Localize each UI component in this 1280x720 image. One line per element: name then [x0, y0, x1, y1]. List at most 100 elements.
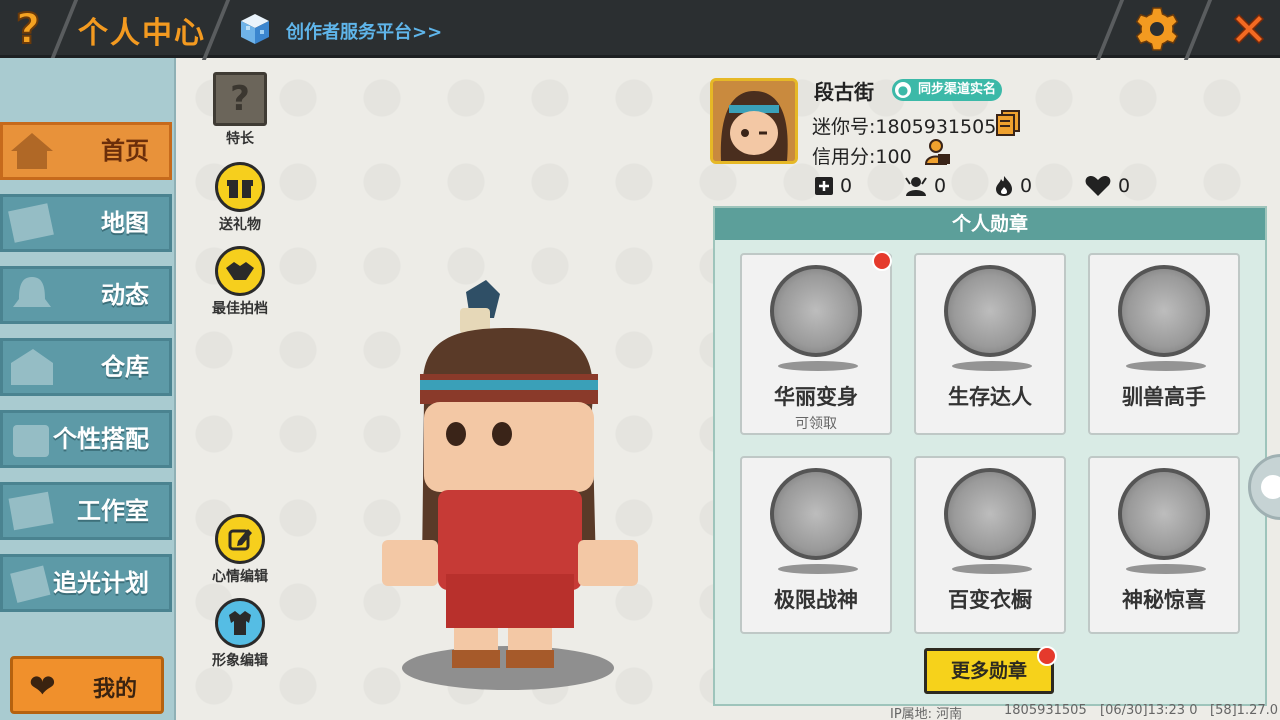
close-icon	[1233, 13, 1265, 45]
sidebar: 首页 地图 动态 仓库 个性搭配 工作室 追光计划	[0, 58, 176, 720]
stat-fire-value: 0	[1020, 175, 1033, 197]
drawer-dot	[1261, 475, 1280, 499]
warehouse-icon	[11, 349, 53, 385]
medal-card[interactable]: 极限战神	[740, 456, 892, 634]
sidebar-item-plan[interactable]: 追光计划	[0, 554, 172, 612]
footer-uid: 1805931505	[1004, 703, 1087, 718]
costume-icon	[13, 425, 49, 457]
map-icon	[8, 203, 54, 243]
image-edit-button[interactable]: 形象编辑	[200, 598, 280, 670]
sidebar-item-studio[interactable]: 工作室	[0, 482, 172, 540]
medal-name: 百变衣橱	[948, 588, 1032, 612]
more-medals-button[interactable]: 更多勋章	[924, 648, 1054, 694]
my-button-label: 我的	[93, 677, 138, 702]
medal-name: 驯兽高手	[1122, 385, 1206, 409]
heart-icon	[1085, 176, 1111, 196]
notification-dot	[1037, 646, 1057, 666]
image-edit-label: 形象编辑	[212, 653, 268, 669]
stat-plus-value: 0	[840, 175, 853, 197]
studio-icon	[8, 491, 54, 531]
stat-likes-value: 0	[1118, 175, 1131, 197]
plan-icon	[10, 565, 51, 603]
sidebar-item-home[interactable]: 首页	[0, 122, 172, 180]
medal-name: 生存达人	[948, 385, 1032, 409]
stat-fans: 0	[904, 174, 946, 198]
medal-card[interactable]: 神秘惊喜	[1088, 456, 1240, 634]
bell-icon	[13, 277, 51, 307]
sidebar-item-feed[interactable]: 动态	[0, 266, 172, 324]
footer-version: [58]1.27.0	[1210, 703, 1279, 718]
medal-shadow	[952, 564, 1032, 574]
footer-time: [06/30]13:23 0	[1100, 703, 1198, 718]
gear-icon[interactable]	[1132, 4, 1182, 54]
gift-button[interactable]: 送礼物	[200, 162, 280, 234]
sidebar-item-label: 工作室	[77, 497, 149, 525]
notification-dot	[872, 251, 892, 271]
medal-panel-title: 个人勋章	[715, 208, 1265, 240]
player-character[interactable]	[376, 278, 646, 698]
stat-likes: 0	[1084, 174, 1130, 198]
medal-shadow	[1126, 361, 1206, 371]
question-icon: ?	[213, 72, 267, 126]
mood-edit-label: 心情编辑	[212, 569, 268, 585]
medal-card[interactable]: 驯兽高手	[1088, 253, 1240, 435]
sidebar-item-label: 首页	[101, 137, 149, 165]
medal-name: 神秘惊喜	[1122, 588, 1206, 612]
medal-card[interactable]: 华丽变身 可领取	[740, 253, 892, 435]
skill-button[interactable]: ? 特长	[200, 72, 280, 148]
sidebar-item-label: 动态	[101, 281, 149, 309]
sidebar-item-label: 追光计划	[53, 569, 149, 597]
medal-shadow	[778, 361, 858, 371]
transform-medal-icon	[770, 265, 862, 357]
credit-score: 信用分:100	[812, 146, 912, 168]
close-button[interactable]	[1218, 0, 1280, 58]
edit-icon	[215, 514, 265, 564]
medal-card[interactable]: 百变衣橱	[914, 456, 1066, 634]
medal-name: 极限战神	[774, 588, 858, 612]
divider	[1095, 0, 1125, 60]
divider	[201, 0, 231, 60]
handshake-icon	[215, 246, 265, 296]
wardrobe-medal-icon	[944, 468, 1036, 560]
divider	[1183, 0, 1213, 60]
ip-location: IP属地: 河南	[890, 707, 963, 720]
medal-card[interactable]: 生存达人	[914, 253, 1066, 435]
user-icon: ●	[895, 82, 911, 98]
cube-icon	[241, 14, 269, 44]
verify-badge-label: 同步渠道实名	[918, 82, 997, 97]
sidebar-item-costume[interactable]: 个性搭配	[0, 410, 172, 468]
my-button[interactable]: ❤ 我的	[10, 656, 164, 714]
mood-edit-button[interactable]: 心情编辑	[200, 514, 280, 586]
fire-icon	[996, 176, 1012, 196]
fans-icon	[905, 177, 927, 196]
stat-fire: 0	[994, 174, 1032, 198]
question-icon: ?	[15, 3, 41, 54]
sidebar-item-warehouse[interactable]: 仓库	[0, 338, 172, 396]
house-icon	[11, 133, 53, 169]
sidebar-item-map[interactable]: 地图	[0, 194, 172, 252]
top-bar: ? 个人中心 创作者服务平台>>	[0, 0, 1280, 60]
verify-badge[interactable]: ● 同步渠道实名	[892, 79, 1003, 101]
outfit-icon	[215, 598, 265, 648]
stat-plus: 0	[814, 174, 852, 198]
partner-button[interactable]: 最佳拍档	[200, 246, 280, 318]
creator-platform-link[interactable]: 创作者服务平台>>	[286, 18, 442, 44]
avatar[interactable]	[710, 78, 798, 164]
copy-icon[interactable]	[996, 110, 1020, 136]
medal-name: 华丽变身	[774, 385, 858, 409]
sidebar-item-label: 仓库	[101, 353, 149, 381]
help-button[interactable]: ?	[0, 0, 56, 56]
gift-icon	[215, 162, 265, 212]
horse-medal-icon	[1118, 265, 1210, 357]
medal-shadow	[952, 361, 1032, 371]
stat-fans-value: 0	[934, 175, 947, 197]
sidebar-item-label: 地图	[101, 209, 149, 237]
gift-box-medal-icon	[1118, 468, 1210, 560]
credit-user-icon[interactable]	[924, 138, 952, 166]
sidebar-item-label: 个性搭配	[53, 425, 149, 453]
gift-label: 送礼物	[219, 217, 261, 233]
mini-id: 迷你号:1805931505	[812, 116, 997, 138]
plus-box-icon	[815, 177, 833, 195]
medal-shadow	[778, 564, 858, 574]
nickname: 段古街	[814, 80, 874, 104]
